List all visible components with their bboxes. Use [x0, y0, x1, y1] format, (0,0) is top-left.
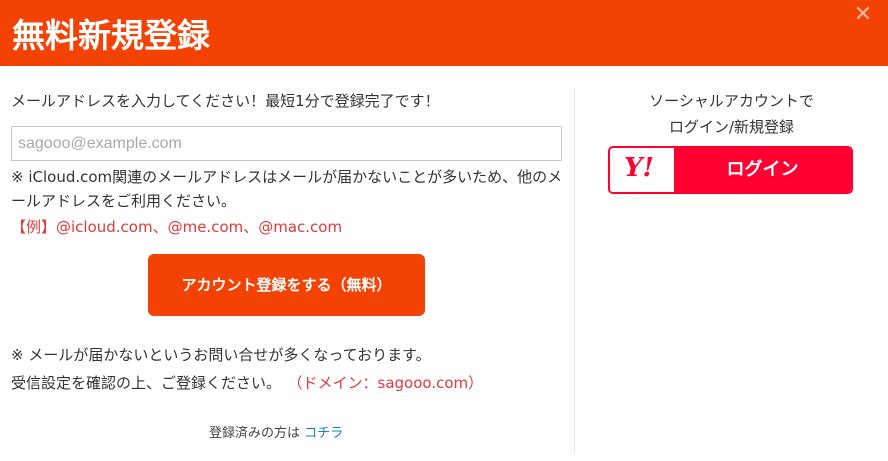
- social-login-panel: ソーシャルアカウントで ログイン/新規登録 Y! ログイン: [575, 66, 888, 461]
- icloud-note: ※ iCloud.com関連のメールアドレスはメールが届かないことが多いため、他…: [11, 168, 563, 210]
- social-title: ソーシャルアカウントで ログイン/新規登録: [575, 88, 888, 140]
- social-title-line-1: ソーシャルアカウントで: [649, 92, 814, 110]
- notice-text: 受信設定を確認の上、ご登録ください。: [11, 374, 282, 392]
- yahoo-login-button[interactable]: Y! ログイン: [608, 146, 853, 194]
- icloud-example: 【例】@icloud.com、@me.com、@mac.com: [11, 218, 343, 236]
- yahoo-logo-text: Y!: [624, 153, 654, 183]
- page-title: 無料新規登録: [12, 16, 210, 55]
- register-button[interactable]: アカウント登録をする（無料）: [148, 254, 425, 316]
- notice-line-2: 受信設定を確認の上、ご登録ください。 （ドメイン：sagooo.com）: [11, 372, 483, 393]
- already-registered: 登録済みの方は コチラ: [209, 422, 343, 441]
- social-title-line-2: ログイン/新規登録: [668, 118, 795, 136]
- yahoo-logo-icon: Y!: [610, 148, 674, 192]
- notice-line-1: ※ メールが届かないというお問い合せが多くなっております。: [11, 346, 431, 364]
- login-link[interactable]: コチラ: [304, 426, 343, 441]
- already-text: 登録済みの方は: [209, 426, 301, 441]
- email-field[interactable]: [11, 126, 562, 161]
- intro-text: メールアドレスを入力してください！最短1分で登録完了です！: [11, 92, 440, 110]
- yahoo-login-label: ログイン: [674, 148, 851, 192]
- notice-domain: （ドメイン：sagooo.com）: [295, 374, 484, 392]
- modal-header: 無料新規登録 ✕: [0, 0, 888, 66]
- email-registration-panel: メールアドレスを入力してください！最短1分で登録完了です！ ※ iCloud.c…: [0, 66, 575, 461]
- close-icon[interactable]: ✕: [852, 4, 874, 26]
